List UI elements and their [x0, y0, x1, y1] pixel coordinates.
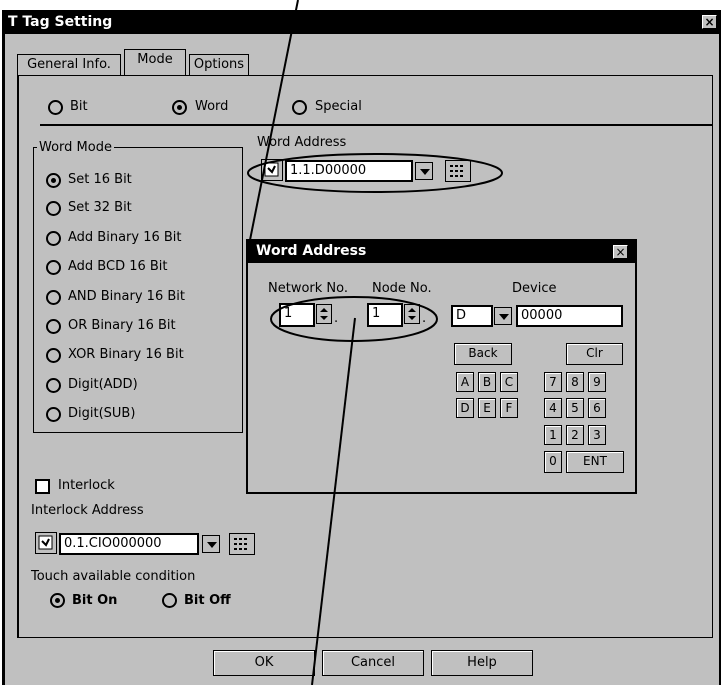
radio-word-label: Word: [195, 99, 229, 114]
tab-general-info[interactable]: General Info.: [17, 54, 121, 76]
radio-or-binary-16[interactable]: [46, 319, 61, 334]
popup-close-icon[interactable]: ×: [613, 245, 628, 259]
tab-label: Options: [193, 57, 245, 72]
radio-xor-binary-16[interactable]: [46, 348, 61, 363]
option-label: Set 16 Bit: [68, 172, 132, 187]
window-title: T Tag Setting: [8, 14, 113, 30]
device-address-input[interactable]: 00000: [516, 305, 623, 327]
keypad-icon[interactable]: [445, 160, 471, 182]
node-no-label: Node No.: [372, 281, 432, 296]
key-1[interactable]: 1: [544, 425, 562, 445]
option-label: AND Binary 16 Bit: [68, 289, 185, 304]
tab-label: Mode: [137, 52, 173, 67]
interlock-label: Interlock: [58, 478, 115, 493]
key-e[interactable]: E: [478, 398, 496, 418]
radio-bit-label: Bit: [70, 99, 88, 114]
tab-options[interactable]: Options: [189, 54, 249, 76]
dropdown-arrow-icon[interactable]: [494, 307, 512, 325]
node-no-input[interactable]: 1: [367, 303, 403, 327]
title-bar: T Tag Setting ×: [5, 12, 719, 34]
key-a[interactable]: A: [456, 372, 474, 392]
spinner-icon[interactable]: [404, 304, 420, 324]
radio-bit-on[interactable]: [50, 593, 65, 608]
radio-digit-sub[interactable]: [46, 407, 61, 422]
key-9[interactable]: 9: [588, 372, 606, 392]
touch-condition-label: Touch available condition: [31, 569, 196, 584]
device-picker-icon[interactable]: [35, 532, 57, 554]
key-6[interactable]: 6: [588, 398, 606, 418]
tab-label: General Info.: [27, 57, 111, 72]
word-address-popup: Word Address × Network No. Node No. Devi…: [246, 239, 637, 494]
key-2[interactable]: 2: [566, 425, 584, 445]
separator-dot: .: [422, 311, 427, 326]
radio-add-binary-16[interactable]: [46, 231, 61, 246]
word-mode-group-label: Word Mode: [37, 140, 114, 155]
radio-add-bcd-16[interactable]: [46, 260, 61, 275]
device-picker-icon[interactable]: [261, 159, 283, 181]
key-3[interactable]: 3: [588, 425, 606, 445]
spinner-icon[interactable]: [316, 304, 332, 324]
option-label: Add BCD 16 Bit: [68, 259, 168, 274]
key-c[interactable]: C: [500, 372, 518, 392]
dropdown-arrow-icon[interactable]: [202, 535, 220, 553]
key-8[interactable]: 8: [566, 372, 584, 392]
separator-dot: .: [334, 311, 339, 326]
popup-title: Word Address: [256, 243, 367, 259]
interlock-checkbox[interactable]: [35, 479, 50, 494]
help-button[interactable]: Help: [431, 650, 533, 676]
key-ent[interactable]: ENT: [566, 451, 624, 473]
key-7[interactable]: 7: [544, 372, 562, 392]
ok-button[interactable]: OK: [213, 650, 315, 676]
option-label: Set 32 Bit: [68, 200, 132, 215]
key-back[interactable]: Back: [454, 343, 512, 365]
radio-special[interactable]: [292, 100, 307, 115]
option-label: Add Binary 16 Bit: [68, 230, 182, 245]
radio-word[interactable]: [172, 100, 187, 115]
option-label: OR Binary 16 Bit: [68, 318, 176, 333]
network-no-label: Network No.: [268, 281, 348, 296]
key-5[interactable]: 5: [566, 398, 584, 418]
radio-set-32-bit[interactable]: [46, 201, 61, 216]
radio-special-label: Special: [315, 99, 362, 114]
separator-line: [40, 124, 713, 126]
cancel-button[interactable]: Cancel: [322, 650, 424, 676]
key-clr[interactable]: Clr: [566, 343, 623, 365]
key-f[interactable]: F: [500, 398, 518, 418]
network-no-input[interactable]: 1: [279, 303, 315, 327]
tab-mode[interactable]: Mode: [124, 49, 186, 76]
key-0[interactable]: 0: [544, 451, 562, 473]
radio-set-16-bit[interactable]: [46, 173, 61, 188]
key-b[interactable]: B: [478, 372, 496, 392]
bit-off-label: Bit Off: [184, 593, 231, 608]
device-label: Device: [512, 281, 557, 296]
interlock-address-label: Interlock Address: [31, 503, 144, 518]
radio-and-binary-16[interactable]: [46, 290, 61, 305]
radio-bit[interactable]: [48, 100, 63, 115]
radio-bit-off[interactable]: [162, 593, 177, 608]
close-icon[interactable]: ×: [702, 15, 717, 29]
popup-title-bar: Word Address ×: [248, 241, 635, 263]
bit-on-label: Bit On: [72, 593, 118, 608]
device-select[interactable]: D: [451, 305, 493, 327]
radio-digit-add[interactable]: [46, 378, 61, 393]
option-label: XOR Binary 16 Bit: [68, 347, 184, 362]
key-d[interactable]: D: [456, 398, 474, 418]
dropdown-arrow-icon[interactable]: [415, 162, 433, 180]
option-label: Digit(ADD): [68, 377, 138, 392]
word-address-label: Word Address: [257, 135, 347, 150]
key-4[interactable]: 4: [544, 398, 562, 418]
keypad-icon[interactable]: [229, 533, 255, 555]
option-label: Digit(SUB): [68, 406, 136, 421]
word-address-input[interactable]: 1.1.D00000: [285, 160, 413, 182]
interlock-address-input[interactable]: 0.1.CIO000000: [59, 533, 199, 555]
